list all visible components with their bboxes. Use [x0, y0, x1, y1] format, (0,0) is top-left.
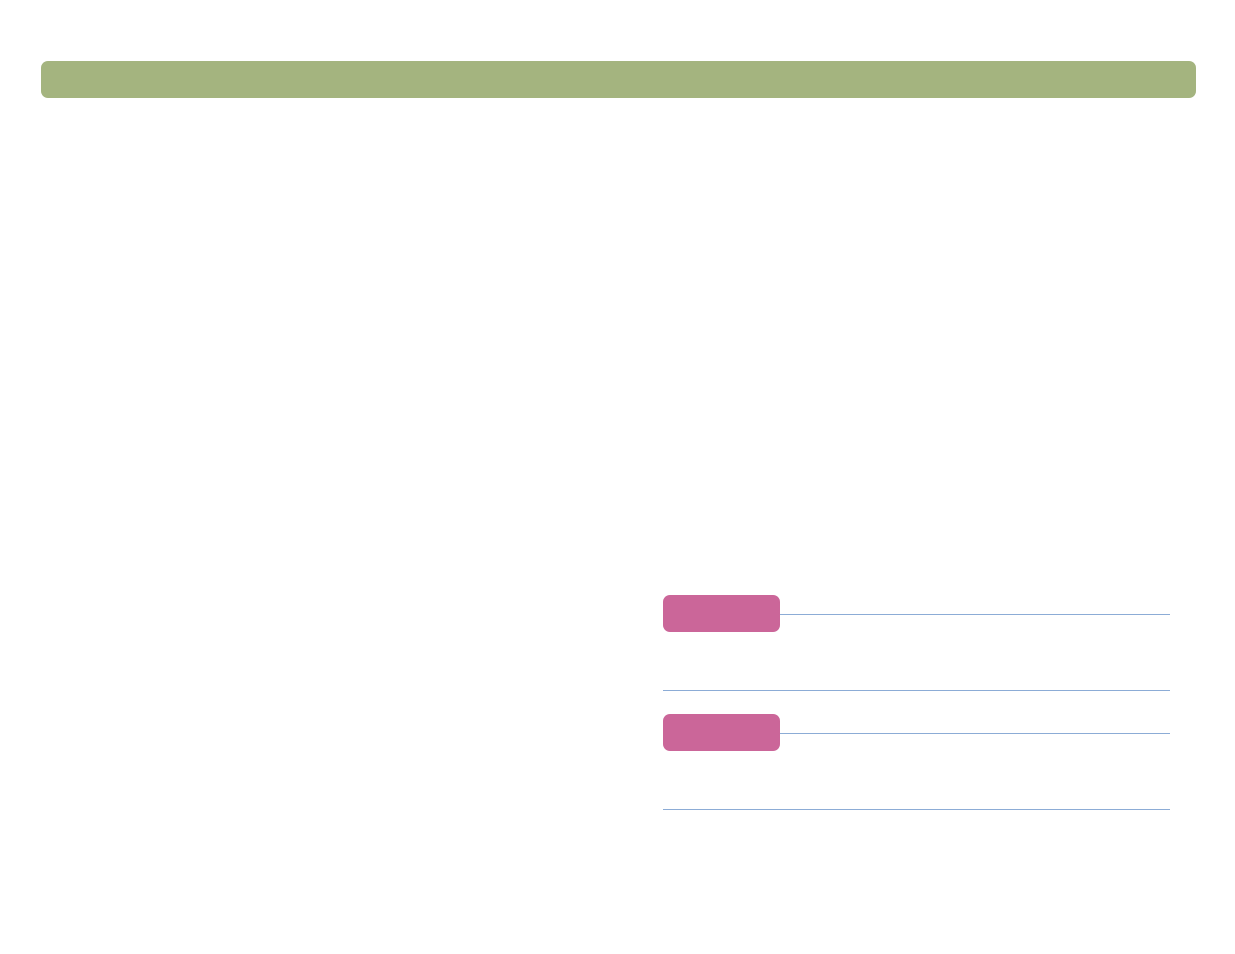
divider-line — [663, 809, 1170, 810]
form-group-1 — [663, 595, 1170, 691]
right-panel — [663, 595, 1170, 849]
form-group-2 — [663, 714, 1170, 810]
action-button-2[interactable] — [663, 714, 780, 751]
top-bar — [41, 61, 1196, 98]
divider-line — [663, 690, 1170, 691]
action-button-1[interactable] — [663, 595, 780, 632]
